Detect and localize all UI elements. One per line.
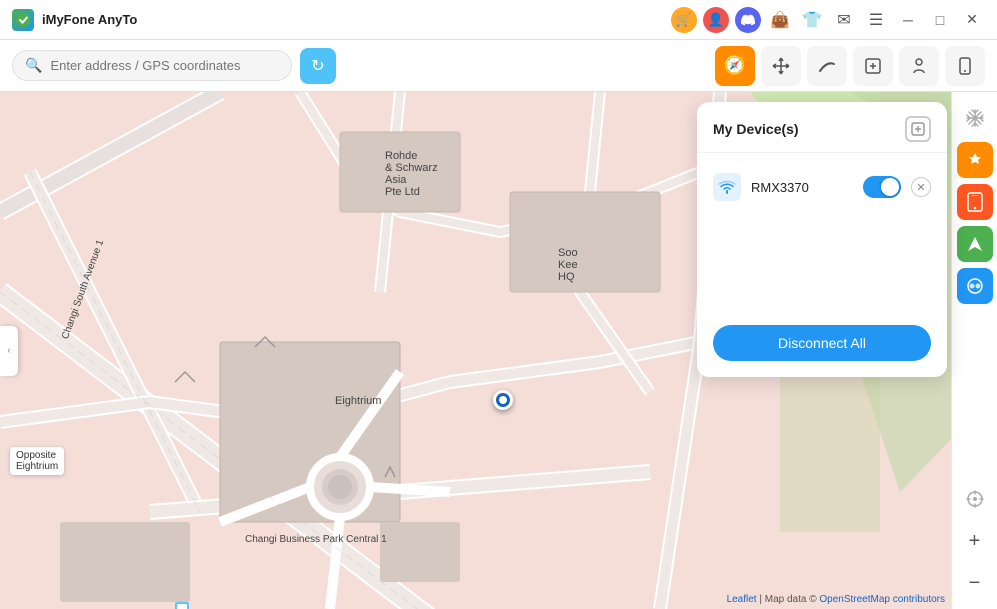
tool-device[interactable]: [945, 46, 985, 86]
tool-multi-route[interactable]: [853, 46, 893, 86]
sidebar-freeze-button[interactable]: [957, 100, 993, 136]
tool-route[interactable]: [807, 46, 847, 86]
tool-compass[interactable]: 🧭: [715, 46, 755, 86]
toolbar-tools: 🧭: [715, 46, 985, 86]
title-bar: iMyFone AnyTo 🛒 👤 👜 👕 ✉ ☰ ─ □ ✕: [0, 0, 997, 40]
sidebar-gps-button[interactable]: [957, 481, 993, 517]
zoom-in-button[interactable]: +: [957, 523, 993, 559]
device-name: RMX3370: [751, 180, 853, 195]
user-icon[interactable]: 👤: [703, 7, 729, 33]
maximize-button[interactable]: □: [927, 7, 953, 33]
device-list: RMX3370 ✕: [697, 153, 947, 313]
tool-move[interactable]: [761, 46, 801, 86]
left-panel-toggle[interactable]: ‹: [0, 326, 18, 376]
bag-icon[interactable]: 👜: [767, 7, 793, 33]
sidebar-teleport-button[interactable]: [957, 142, 993, 178]
shirt-icon[interactable]: 👕: [799, 7, 825, 33]
title-icons: 🛒 👤 👜 👕 ✉ ☰ ─ □ ✕: [671, 7, 985, 33]
shop-icon[interactable]: 🛒: [671, 7, 697, 33]
device-panel-title: My Device(s): [713, 121, 799, 137]
close-button[interactable]: ✕: [959, 7, 985, 33]
search-icon: 🔍: [25, 57, 42, 74]
add-device-button[interactable]: [905, 116, 931, 142]
device-panel-header: My Device(s): [697, 102, 947, 153]
device-toggle[interactable]: [863, 176, 901, 198]
refresh-button[interactable]: ↻: [300, 48, 336, 84]
email-icon[interactable]: ✉: [831, 7, 857, 33]
device-panel-footer: Disconnect All: [697, 313, 947, 377]
disconnect-all-button[interactable]: Disconnect All: [713, 325, 931, 361]
sidebar-link-button[interactable]: [957, 268, 993, 304]
app-logo: [12, 9, 34, 31]
toolbar: 🔍 ↻ 🧭: [0, 40, 997, 92]
tool-person[interactable]: [899, 46, 939, 86]
right-sidebar: + −: [951, 92, 997, 609]
menu-icon[interactable]: ☰: [863, 7, 889, 33]
map-container[interactable]: Rohde& SchwarzAsiaPte Ltd SooKeeHQ Eight…: [0, 92, 997, 609]
sidebar-phone-button[interactable]: [957, 184, 993, 220]
device-wifi-icon: [713, 173, 741, 201]
sidebar-nav-button[interactable]: [957, 226, 993, 262]
discord-icon[interactable]: [735, 7, 761, 33]
location-marker[interactable]: [493, 390, 513, 410]
device-panel: My Device(s) RMX3370: [697, 102, 947, 377]
search-input[interactable]: [50, 58, 279, 73]
device-remove-button[interactable]: ✕: [911, 177, 931, 197]
app-title: iMyFone AnyTo: [42, 12, 671, 27]
zoom-out-button[interactable]: −: [957, 565, 993, 601]
search-box[interactable]: 🔍: [12, 50, 292, 81]
device-item: RMX3370 ✕: [697, 163, 947, 211]
minimize-button[interactable]: ─: [895, 7, 921, 33]
